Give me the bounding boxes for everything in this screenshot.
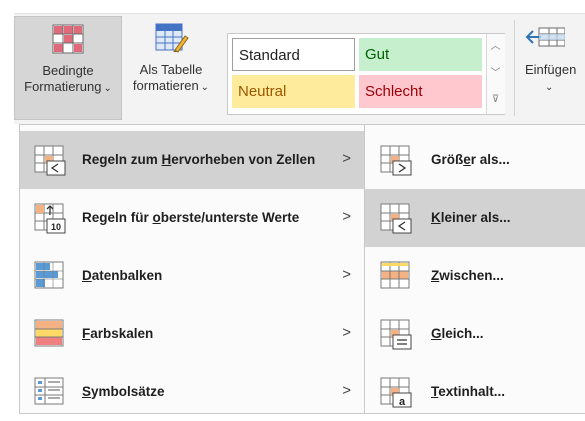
ribbon: Bedingte Formatierung ⌄ Als Tabelle forma… bbox=[14, 13, 585, 124]
insert-button[interactable]: Einfügen ⌄ bbox=[519, 16, 585, 120]
label-post: atenbalken bbox=[91, 268, 163, 283]
chevron-right-icon: > bbox=[342, 382, 351, 399]
submenu-item-label: Textinhalt... bbox=[431, 363, 505, 421]
submenu-item-label: Zwischen... bbox=[431, 247, 504, 305]
menu-item-data-bars[interactable]: Datenbalken > bbox=[20, 247, 365, 305]
chevron-down-icon: ⌄ bbox=[200, 82, 210, 93]
ribbon-separator bbox=[514, 20, 515, 116]
label-pre: Größ bbox=[431, 152, 464, 167]
label-key: H bbox=[161, 152, 172, 167]
menu-item-label: Farbskalen bbox=[82, 305, 153, 363]
color-scales-icon bbox=[34, 319, 64, 347]
submenu-item-less-than[interactable]: Kleiner als... bbox=[365, 189, 585, 247]
submenu-item-text-contains[interactable]: a Textinhalt... bbox=[365, 363, 585, 421]
label-key: G bbox=[431, 326, 442, 341]
submenu-item-equal-to[interactable]: Gleich... bbox=[365, 305, 585, 363]
label-pre: Regeln für bbox=[82, 210, 153, 225]
chevron-right-icon: > bbox=[342, 150, 351, 167]
menu-item-label: Regeln zum Hervorheben von Zellen bbox=[82, 131, 315, 189]
cell-styles-gallery: Standard Gut Neutral Schlecht ︿ ﹀ ⊽ bbox=[227, 33, 505, 115]
menu-item-label: Regeln für oberste/unterste Werte bbox=[82, 189, 299, 247]
label-post: wischen... bbox=[439, 268, 504, 283]
label-post: berste/unterste Werte bbox=[160, 210, 300, 225]
menu-item-top-bottom-rules[interactable]: 10 Regeln für oberste/unterste Werte > bbox=[20, 189, 365, 247]
label-key: Z bbox=[431, 268, 440, 283]
menu-item-label: Symbolsätze bbox=[82, 363, 165, 421]
chevron-right-icon: > bbox=[342, 266, 351, 283]
gallery-more-icon[interactable]: ⊽ bbox=[487, 87, 504, 113]
label-key: F bbox=[82, 326, 91, 341]
greater-than-icon bbox=[380, 145, 412, 176]
less-than-icon bbox=[380, 203, 412, 234]
top-bottom-rules-icon: 10 bbox=[34, 203, 66, 234]
between-icon bbox=[380, 261, 410, 289]
format-as-table-label-1: Als Tabelle bbox=[139, 62, 203, 77]
icon-sets-icon bbox=[34, 377, 64, 405]
submenu-item-greater-than[interactable]: Größer als... bbox=[365, 131, 585, 189]
insert-caret-wrap: ⌄ bbox=[525, 78, 553, 96]
chevron-right-icon: > bbox=[342, 208, 351, 225]
equal-to-icon bbox=[380, 319, 412, 350]
label-post: leiner als... bbox=[440, 210, 511, 225]
format-as-table-label-2-wrap: formatieren ⌄ bbox=[133, 78, 209, 96]
insert-cells-icon bbox=[525, 27, 565, 47]
format-as-table-button[interactable]: Als Tabelle formatieren ⌄ bbox=[122, 16, 220, 120]
scroll-up-icon[interactable]: ︿ bbox=[487, 34, 504, 60]
format-as-table-label-2: formatieren bbox=[132, 78, 199, 93]
style-standard[interactable]: Standard bbox=[232, 38, 355, 71]
menu-item-color-scales[interactable]: Farbskalen > bbox=[20, 305, 365, 363]
style-schlecht[interactable]: Schlecht bbox=[359, 75, 482, 108]
conditional-formatting-label-2-wrap: Formatierung ⌄ bbox=[24, 79, 112, 97]
label-key: K bbox=[431, 210, 441, 225]
label-key: S bbox=[82, 384, 92, 399]
data-bars-icon bbox=[34, 261, 64, 289]
label-post: ymbolsätze bbox=[91, 384, 165, 399]
conditional-formatting-button[interactable]: Bedingte Formatierung ⌄ bbox=[14, 16, 122, 120]
conditional-formatting-label-2: Formatierung bbox=[24, 79, 102, 94]
label-post: arbskalen bbox=[90, 326, 154, 341]
text-contains-icon: a bbox=[380, 377, 412, 408]
conditional-formatting-menu: Regeln zum Hervorheben von Zellen > 10 R… bbox=[19, 124, 365, 414]
conditional-formatting-icon bbox=[52, 24, 84, 54]
conditional-formatting-label-1: Bedingte bbox=[42, 63, 94, 78]
chevron-down-icon: ⌄ bbox=[103, 83, 112, 94]
gallery-scroll: ︿ ﹀ ⊽ bbox=[486, 34, 505, 114]
label-key: D bbox=[82, 268, 92, 283]
submenu-item-between[interactable]: Zwischen... bbox=[365, 247, 585, 305]
insert-label: Einfügen bbox=[525, 62, 577, 77]
svg-text:a: a bbox=[399, 396, 406, 408]
svg-text:10: 10 bbox=[51, 222, 61, 232]
format-as-table-icon bbox=[155, 23, 189, 53]
style-gut[interactable]: Gut bbox=[359, 38, 482, 71]
style-neutral[interactable]: Neutral bbox=[232, 75, 355, 108]
label-post: leich... bbox=[441, 326, 484, 341]
menu-item-label: Datenbalken bbox=[82, 247, 162, 305]
label-pre: Regeln zum bbox=[82, 152, 162, 167]
chevron-right-icon: > bbox=[342, 324, 351, 341]
label-key: e bbox=[463, 152, 471, 167]
submenu-item-label: Größer als... bbox=[431, 131, 510, 189]
menu-item-highlight-cells-rules[interactable]: Regeln zum Hervorheben von Zellen > bbox=[20, 131, 365, 189]
label-post: ervorheben von Zellen bbox=[171, 152, 316, 167]
submenu-item-label: Kleiner als... bbox=[431, 189, 511, 247]
chevron-down-icon: ⌄ bbox=[545, 82, 554, 93]
label-key: o bbox=[152, 210, 161, 225]
submenu-item-label: Gleich... bbox=[431, 305, 484, 363]
highlight-cells-rules-icon bbox=[34, 145, 66, 176]
label-post: extinhalt... bbox=[438, 384, 506, 399]
highlight-cells-submenu: Größer als... Kleiner als... Zwischen... bbox=[364, 124, 585, 414]
label-post: r als... bbox=[470, 152, 510, 167]
menu-item-icon-sets[interactable]: Symbolsätze > bbox=[20, 363, 365, 421]
scroll-down-icon[interactable]: ﹀ bbox=[487, 61, 504, 87]
